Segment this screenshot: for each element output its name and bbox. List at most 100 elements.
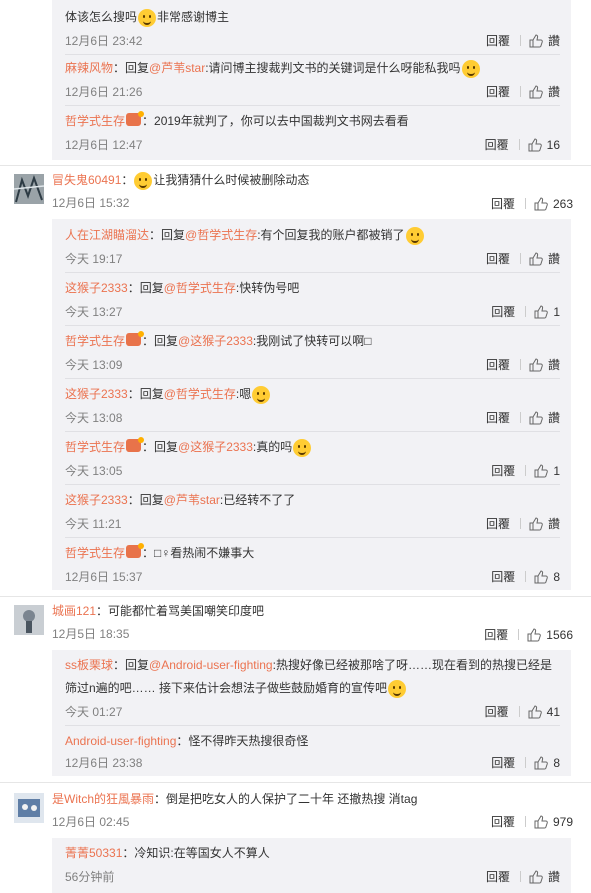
username-link[interactable]: 菁菁50331 <box>65 846 122 860</box>
username-link[interactable]: 人在江湖瞄溜达 <box>65 228 149 242</box>
crying-emoji-icon <box>252 385 271 404</box>
thumbs-up-icon[interactable] <box>529 357 543 372</box>
like-count[interactable]: 8 <box>553 756 560 770</box>
list-item: 体该怎么搜吗 非常感谢博主 12月6日 23:42 回覆 讚 <box>65 6 560 55</box>
divider <box>525 465 527 476</box>
thumbs-up-icon[interactable] <box>534 569 549 584</box>
crying-emoji-icon <box>388 679 407 698</box>
avatar[interactable] <box>14 174 44 204</box>
like-count[interactable]: 1 <box>553 464 560 478</box>
avatar[interactable] <box>14 793 44 823</box>
reply-button[interactable]: 回覆 <box>486 32 510 49</box>
mention-link[interactable]: @哲学式生存 <box>164 387 236 401</box>
thumbs-up-icon[interactable] <box>534 814 548 829</box>
username-link[interactable]: 这猴子2333 <box>65 493 128 507</box>
reply-button[interactable]: 回覆 <box>491 813 515 830</box>
thumbs-up-icon[interactable] <box>528 137 542 152</box>
divider <box>518 706 520 717</box>
list-item: 这猴子2333：回复@哲学式生存:快转伪号吧 今天 13:27 回覆 1 <box>65 277 560 326</box>
reply-actions: 回覆 讚 <box>486 868 560 885</box>
timestamp: 12月6日 23:42 <box>65 34 143 48</box>
mention-link[interactable]: @哲学式生存 <box>164 281 236 295</box>
mention-link[interactable]: @这猴子2333 <box>178 440 253 454</box>
list-item: 哲学式生存 ：□♀看热闹不嫌事大 12月6日 15:37 回覆 8 <box>65 542 560 590</box>
thumbs-up-icon[interactable] <box>528 704 542 719</box>
thumbs-up-icon[interactable] <box>529 33 543 48</box>
mention-link[interactable]: @哲学式生存 <box>185 228 257 242</box>
username-link[interactable]: 哲学式生存 <box>65 334 125 348</box>
timestamp: 今天 13:08 <box>65 411 123 425</box>
username-link[interactable]: 这猴子2333 <box>65 387 128 401</box>
like-count[interactable]: 讚 <box>548 868 560 885</box>
reply-text: 人在江湖瞄溜达：回复@哲学式生存:有个回复我的账户都被销了 <box>65 224 560 247</box>
reply-actions: 回覆 1 <box>491 462 560 479</box>
username-link[interactable]: 是Witch的狂風暴雨 <box>52 792 154 806</box>
like-count[interactable]: 41 <box>547 705 560 719</box>
like-count[interactable]: 讚 <box>548 32 560 49</box>
thumbs-up-icon[interactable] <box>529 251 543 266</box>
username-link[interactable]: ss板栗球 <box>65 658 113 672</box>
divider <box>519 359 521 370</box>
mention-link[interactable]: @这猴子2333 <box>178 334 253 348</box>
reply-actions: 回覆 讚 <box>486 409 560 426</box>
like-count[interactable]: 讚 <box>548 515 560 532</box>
like-count[interactable]: 979 <box>553 815 573 829</box>
timestamp: 12月5日 18:35 <box>52 627 130 641</box>
divider <box>519 871 521 882</box>
mention-link[interactable]: @芦苇star <box>164 493 220 507</box>
reply-button[interactable]: 回覆 <box>484 626 508 643</box>
reply-text: 菁菁50331：冷知识:在等国女人不算人 <box>65 846 270 860</box>
thumbs-up-icon[interactable] <box>527 627 542 642</box>
reply-button[interactable]: 回覆 <box>486 868 510 885</box>
reply-button[interactable]: 回覆 <box>486 515 510 532</box>
like-count[interactable]: 263 <box>553 197 573 211</box>
timestamp: 12月6日 21:26 <box>65 85 143 99</box>
username-link[interactable]: 城画121 <box>52 604 96 618</box>
like-count[interactable]: 讚 <box>548 356 560 373</box>
reply-button[interactable]: 回覆 <box>491 568 515 585</box>
username-link[interactable]: 麻辣风物 <box>65 61 113 75</box>
like-count[interactable]: 8 <box>553 570 560 584</box>
mention-link[interactable]: @芦苇star <box>149 61 205 75</box>
reply-button[interactable]: 回覆 <box>491 303 515 320</box>
like-count[interactable]: 讚 <box>548 250 560 267</box>
username-link[interactable]: 哲学式生存 <box>65 114 125 128</box>
username-link[interactable]: Android-user-fighting <box>65 734 176 748</box>
reply-text: 哲学式生存 ：回复@这猴子2333:我刚试了快转可以啊□ <box>65 331 372 348</box>
thumbs-up-icon[interactable] <box>529 410 543 425</box>
username-link[interactable]: 哲学式生存 <box>65 546 125 560</box>
comment-text: 城画121：可能都忙着骂美国嘲笑印度吧 <box>52 604 265 618</box>
thumbs-up-icon[interactable] <box>534 755 549 770</box>
like-count[interactable]: 讚 <box>548 409 560 426</box>
comment-text: 是Witch的狂風暴雨：倒是把吃女人的人保护了二十年 还撤热搜 消tag <box>52 792 418 806</box>
thumbs-up-icon[interactable] <box>529 516 543 531</box>
like-count[interactable]: 1566 <box>546 628 573 642</box>
mention-link[interactable]: @Android-user-fighting <box>149 658 273 672</box>
reply-button[interactable]: 回覆 <box>491 754 515 771</box>
like-count[interactable]: 1 <box>553 305 560 319</box>
avatar[interactable] <box>14 605 44 635</box>
divider <box>519 253 521 264</box>
thumbs-up-icon[interactable] <box>534 463 549 478</box>
thumbs-up-icon[interactable] <box>534 304 549 319</box>
reply-button[interactable]: 回覆 <box>486 356 510 373</box>
thumbs-up-icon[interactable] <box>534 196 548 211</box>
thumbs-up-icon[interactable] <box>529 869 543 884</box>
divider <box>65 537 560 538</box>
like-count[interactable]: 16 <box>547 138 560 152</box>
username-link[interactable]: 哲学式生存 <box>65 440 125 454</box>
comment: 冒失鬼60491： 让我猜猜什么时候被删除动态 12月6日 15:32 <box>52 170 309 211</box>
reply-button[interactable]: 回覆 <box>491 462 515 479</box>
reply-button[interactable]: 回覆 <box>486 250 510 267</box>
reply-text: 哲学式生存 ：2019年就判了，你可以去中国裁判文书网去看看 <box>65 111 409 128</box>
like-count[interactable]: 讚 <box>548 83 560 100</box>
reply-button[interactable]: 回覆 <box>485 703 509 720</box>
reply-button[interactable]: 回覆 <box>485 136 509 153</box>
reply-button[interactable]: 回覆 <box>486 409 510 426</box>
thumbs-up-icon[interactable] <box>529 84 543 99</box>
divider <box>65 272 560 273</box>
username-link[interactable]: 冒失鬼60491 <box>52 173 121 187</box>
reply-button[interactable]: 回覆 <box>491 195 515 212</box>
username-link[interactable]: 这猴子2333 <box>65 281 128 295</box>
reply-button[interactable]: 回覆 <box>486 83 510 100</box>
